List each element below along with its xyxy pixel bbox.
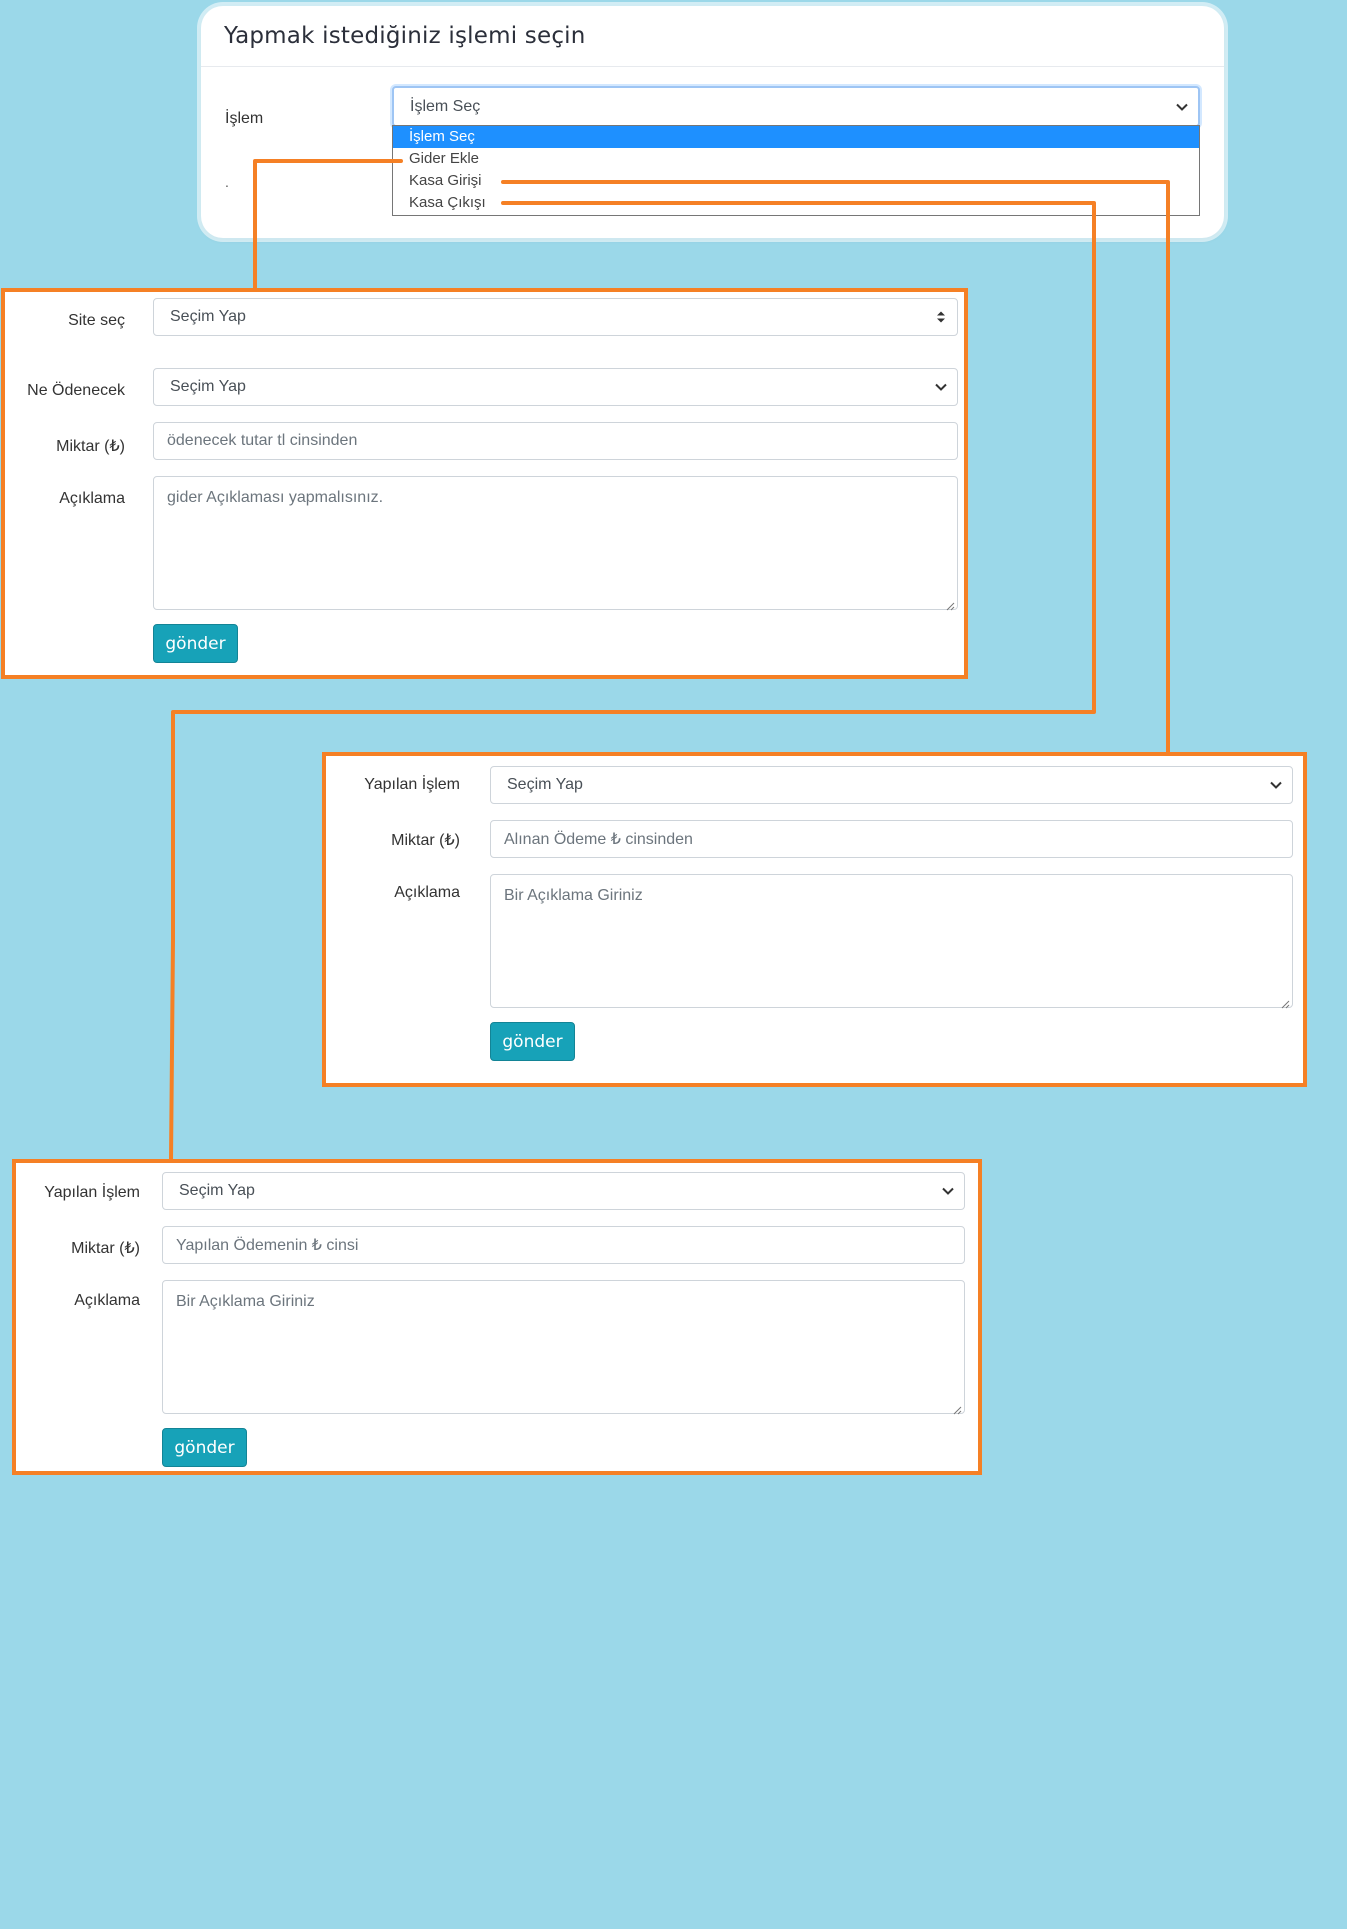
yapilan-islem-value: Seçim Yap bbox=[179, 1182, 255, 1199]
islem-select-value: İşlem Seç bbox=[410, 97, 481, 115]
page-title: Yapmak istediğiniz işlemi seçin bbox=[224, 23, 586, 49]
odenecek-select-value: Seçim Yap bbox=[170, 378, 246, 395]
aciklama-placeholder: gider Açıklaması yapmalısınız. bbox=[167, 489, 384, 506]
miktar-label: Miktar (₺) bbox=[391, 832, 460, 849]
yapilan-islem-select[interactable]: Seçim Yap bbox=[162, 1172, 965, 1210]
miktar-placeholder: Yapılan Ödemenin ₺ cinsi bbox=[176, 1237, 359, 1254]
operation-select-card: Yapmak istediğiniz işlemi seçin İşlem . … bbox=[201, 6, 1224, 238]
miktar-label: Miktar (₺) bbox=[71, 1240, 140, 1257]
chevron-down-icon bbox=[941, 1184, 955, 1198]
chevron-down-icon bbox=[934, 380, 948, 394]
aciklama-textarea[interactable]: Bir Açıklama Giriniz bbox=[162, 1280, 965, 1415]
odenecek-select[interactable]: Seçim Yap bbox=[153, 368, 958, 406]
chevron-down-icon bbox=[1175, 100, 1189, 114]
kasa-cikisi-form: Yapılan İşlem Seçim Yap Miktar (₺) Yapıl… bbox=[12, 1159, 982, 1475]
islem-select[interactable]: İşlem Seç bbox=[392, 86, 1200, 127]
site-select[interactable]: Seçim Yap bbox=[153, 298, 958, 336]
odenecek-label: Ne Ödenecek bbox=[27, 382, 125, 399]
resize-grip-icon[interactable] bbox=[953, 1402, 962, 1415]
aciklama-label: Açıklama bbox=[74, 1292, 140, 1309]
dropdown-option-gider-ekle[interactable]: Gider Ekle bbox=[393, 148, 1199, 170]
yapilan-islem-value: Seçim Yap bbox=[507, 776, 583, 793]
islem-label: İşlem bbox=[225, 110, 264, 127]
chevron-down-icon bbox=[1269, 778, 1283, 792]
yapilan-islem-label: Yapılan İşlem bbox=[44, 1184, 140, 1201]
miktar-input[interactable]: Yapılan Ödemenin ₺ cinsi bbox=[162, 1226, 965, 1264]
miktar-placeholder: Alınan Ödeme ₺ cinsinden bbox=[504, 831, 693, 848]
yapilan-islem-select[interactable]: Seçim Yap bbox=[490, 766, 1293, 804]
card-header: Yapmak istediğiniz işlemi seçin bbox=[201, 6, 1224, 67]
aciklama-placeholder: Bir Açıklama Giriniz bbox=[176, 1293, 315, 1310]
miktar-input[interactable]: Alınan Ödeme ₺ cinsinden bbox=[490, 820, 1293, 858]
gonder-button[interactable]: gönder bbox=[162, 1428, 247, 1467]
aciklama-textarea[interactable]: Bir Açıklama Giriniz bbox=[490, 874, 1293, 1009]
miktar-placeholder: ödenecek tutar tl cinsinden bbox=[167, 432, 358, 449]
aciklama-placeholder: Bir Açıklama Giriniz bbox=[504, 887, 643, 904]
dropdown-option-islem-sec[interactable]: İşlem Seç bbox=[393, 126, 1199, 148]
site-select-value: Seçim Yap bbox=[170, 308, 246, 325]
aciklama-label: Açıklama bbox=[394, 884, 460, 901]
resize-grip-icon[interactable] bbox=[946, 598, 955, 611]
aciklama-label: Açıklama bbox=[59, 490, 125, 507]
islem-dropdown-list: İşlem Seç Gider Ekle Kasa Girişi Kasa Çı… bbox=[392, 125, 1200, 216]
sort-arrows-icon bbox=[934, 310, 948, 324]
dot-text: . bbox=[225, 174, 229, 190]
site-label: Site seç bbox=[68, 312, 125, 329]
miktar-label: Miktar (₺) bbox=[56, 438, 125, 455]
gider-ekle-form: Site seç Seçim Yap Ne Ödenecek Seçim Yap… bbox=[1, 288, 968, 679]
aciklama-textarea[interactable]: gider Açıklaması yapmalısınız. bbox=[153, 476, 958, 611]
gonder-button[interactable]: gönder bbox=[490, 1022, 575, 1061]
dropdown-option-kasa-cikisi[interactable]: Kasa Çıkışı bbox=[393, 192, 1199, 214]
dropdown-option-kasa-girisi[interactable]: Kasa Girişi bbox=[393, 170, 1199, 192]
resize-grip-icon[interactable] bbox=[1281, 996, 1290, 1009]
miktar-input[interactable]: ödenecek tutar tl cinsinden bbox=[153, 422, 958, 460]
yapilan-islem-label: Yapılan İşlem bbox=[364, 776, 460, 793]
gonder-button[interactable]: gönder bbox=[153, 624, 238, 663]
kasa-girisi-form: Yapılan İşlem Seçim Yap Miktar (₺) Alına… bbox=[322, 752, 1307, 1087]
